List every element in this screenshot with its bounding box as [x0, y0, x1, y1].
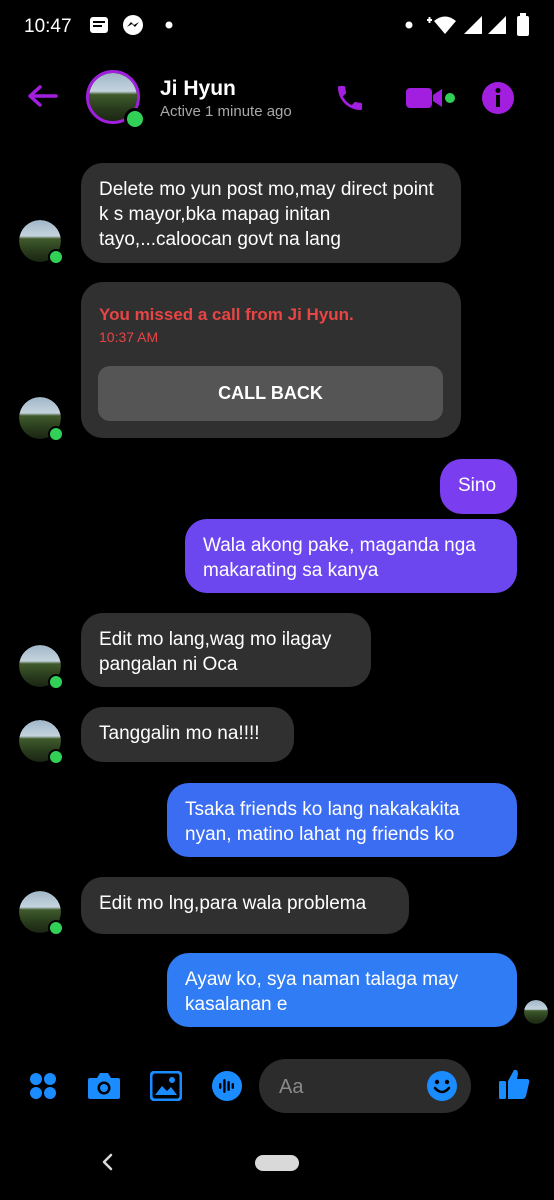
more-actions-button[interactable] — [23, 1066, 63, 1106]
message-text: Delete mo yun post mo,may direct point k… — [99, 179, 434, 250]
system-back-button[interactable] — [96, 1150, 120, 1174]
outgoing-message-bubble[interactable]: Sino — [440, 459, 517, 514]
online-indicator — [48, 674, 64, 690]
dot-icon — [398, 14, 420, 36]
message-text: Edit mo lang,wag mo ilagay pangalan ni O… — [99, 629, 332, 675]
missed-call-time: 10:37 AM — [99, 329, 159, 345]
outgoing-message-bubble[interactable]: Ayaw ko, sya naman talaga may kasalanan … — [167, 953, 517, 1027]
incoming-message-bubble[interactable]: Delete mo yun post mo,may direct point k… — [81, 163, 461, 263]
apps-grid-icon — [30, 1073, 56, 1099]
microphone-waveform-icon — [212, 1071, 242, 1101]
info-icon — [482, 82, 514, 114]
back-arrow-icon — [28, 85, 58, 107]
message-text: Sino — [458, 475, 497, 496]
thumbs-up-icon — [499, 1069, 530, 1099]
voice-clip-button[interactable] — [207, 1066, 247, 1106]
online-indicator — [48, 920, 64, 936]
message-text: Edit mo lng,para wala problema — [99, 893, 367, 914]
status-time: 10:47 — [24, 16, 72, 37]
chevron-left-icon — [102, 1153, 113, 1171]
message-input[interactable] — [277, 1059, 431, 1115]
online-indicator — [124, 108, 146, 130]
incoming-message-bubble[interactable]: Edit mo lng,para wala problema — [81, 877, 409, 934]
contact-status: Active 1 minute ago — [160, 103, 292, 120]
seen-receipt-avatar — [524, 1000, 548, 1024]
messenger-icon — [122, 14, 144, 36]
like-button[interactable] — [494, 1064, 534, 1104]
system-home-pill[interactable] — [255, 1155, 299, 1171]
emoji-button[interactable] — [425, 1069, 459, 1103]
online-indicator — [48, 426, 64, 442]
online-indicator — [48, 749, 64, 765]
dot-icon — [158, 14, 180, 36]
missed-call-title: You missed a call from Ji Hyun. — [99, 305, 354, 324]
call-back-button[interactable]: CALL BACK — [98, 366, 443, 421]
back-button[interactable] — [22, 76, 62, 116]
info-button[interactable] — [478, 78, 518, 118]
camera-icon — [88, 1073, 120, 1099]
video-call-button[interactable] — [404, 78, 456, 118]
message-text: Wala akong pake, maganda nga makarating … — [203, 535, 476, 581]
contact-name[interactable]: Ji Hyun — [160, 77, 236, 101]
incoming-message-bubble[interactable]: Edit mo lang,wag mo ilagay pangalan ni O… — [81, 613, 371, 687]
image-icon — [150, 1071, 182, 1101]
online-indicator — [48, 249, 64, 265]
smiley-icon — [427, 1071, 457, 1101]
message-text: Ayaw ko, sya naman talaga may kasalanan … — [185, 969, 459, 1015]
voice-call-button[interactable] — [330, 78, 370, 118]
notification-icon — [88, 14, 110, 36]
message-text: Tanggalin mo na!!!! — [99, 723, 260, 744]
outgoing-message-bubble[interactable]: Wala akong pake, maganda nga makarating … — [185, 519, 517, 593]
signal-icon — [486, 14, 508, 36]
phone-icon — [338, 86, 362, 110]
battery-icon — [512, 13, 534, 36]
gallery-button[interactable] — [146, 1066, 186, 1106]
video-camera-icon — [406, 88, 455, 108]
message-text: Tsaka friends ko lang nakakakita nyan, m… — [185, 799, 460, 845]
wifi-icon — [424, 14, 458, 36]
message-input-container — [259, 1059, 471, 1115]
signal-icon — [462, 14, 484, 36]
camera-button[interactable] — [84, 1066, 124, 1106]
outgoing-message-bubble[interactable]: Tsaka friends ko lang nakakakita nyan, m… — [167, 783, 517, 857]
incoming-message-bubble[interactable]: Tanggalin mo na!!!! — [81, 707, 294, 762]
